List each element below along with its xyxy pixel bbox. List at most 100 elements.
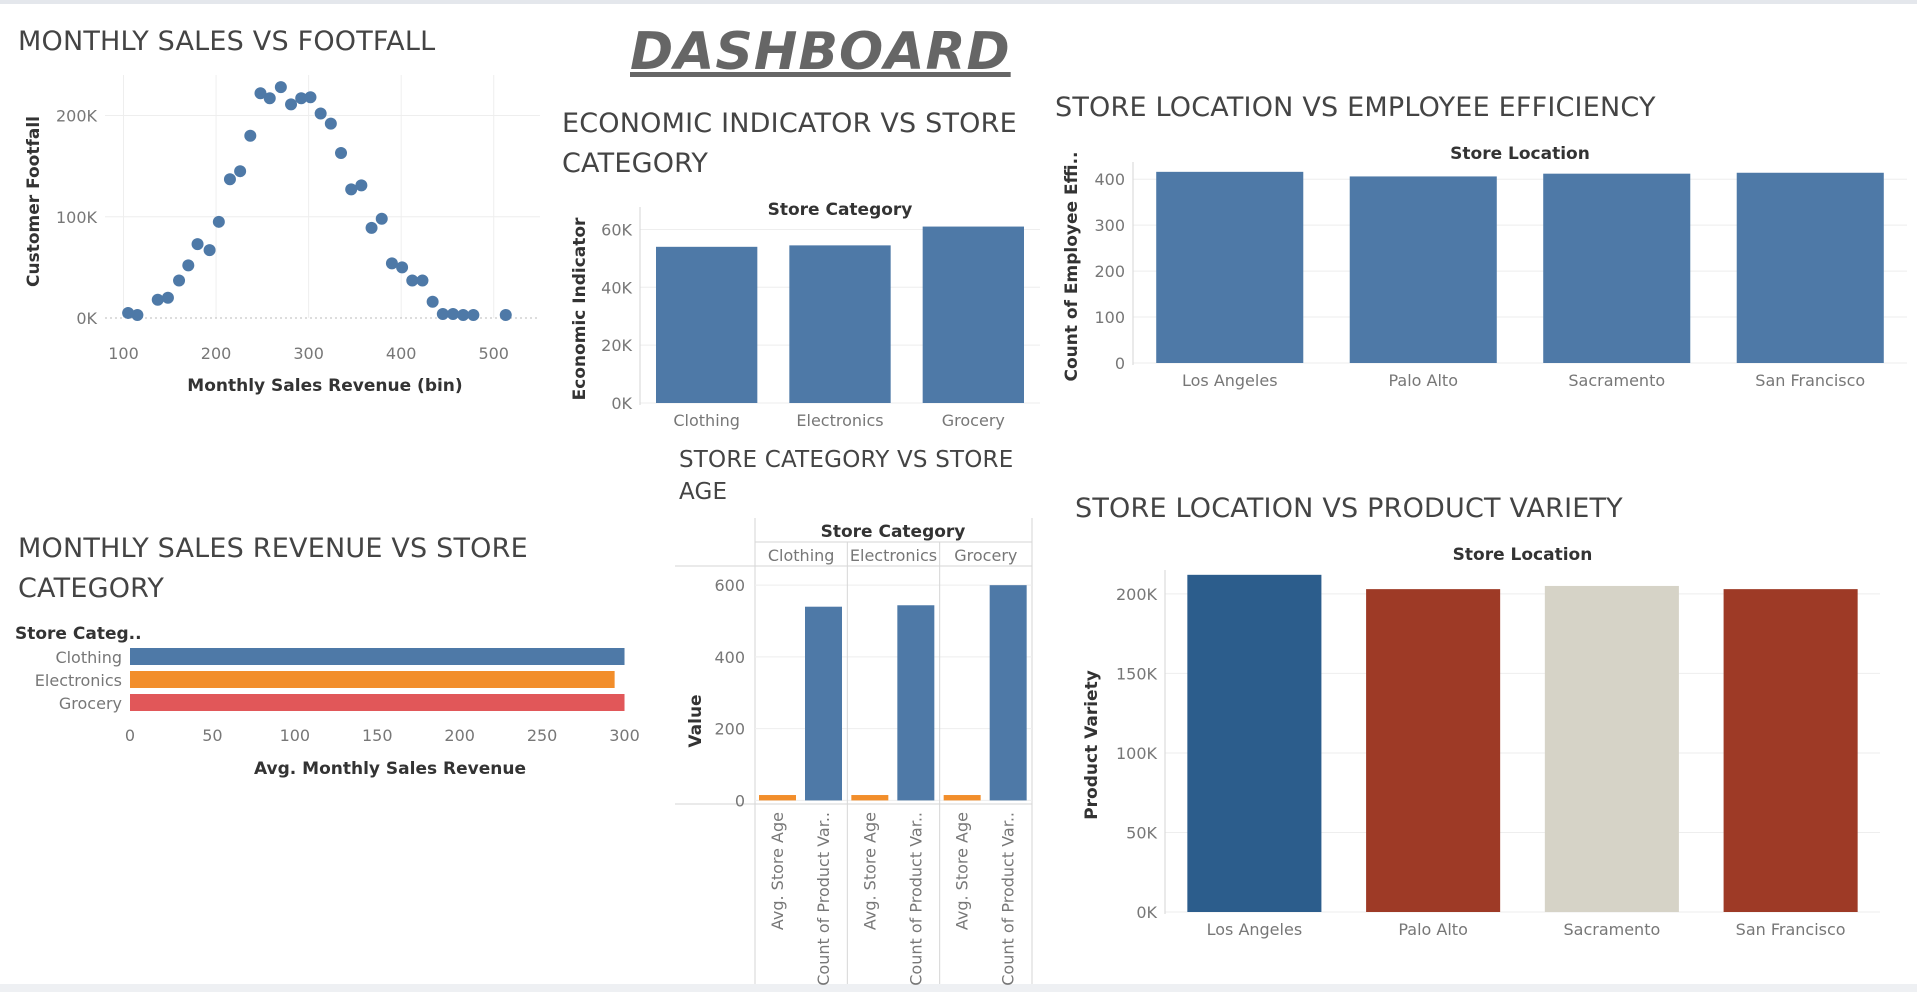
footfall-point (499, 308, 512, 321)
footfall-point (173, 274, 186, 287)
efficiency-y-tick-label: 300 (1094, 216, 1125, 235)
variety-bar (1723, 589, 1858, 912)
age-y-tick-label: 600 (714, 576, 745, 595)
efficiency-category-label: Los Angeles (1182, 371, 1278, 390)
variety-category-label: Palo Alto (1398, 920, 1468, 939)
efficiency-y-tick-label: 400 (1094, 170, 1125, 189)
footfall-point (161, 291, 174, 304)
variety-y-tick-label: 100K (1116, 744, 1158, 763)
economic-category-label: Electronics (796, 411, 883, 430)
revenue-category-label: Grocery (59, 694, 122, 713)
variety-category-label: Los Angeles (1207, 920, 1303, 939)
age-measure-label: Avg. Store Age (953, 812, 972, 930)
efficiency-bar (1156, 171, 1304, 363)
footfall-point (274, 81, 287, 94)
efficiency-category-label: Sacramento (1568, 371, 1665, 390)
footfall-x-tick-label: 200 (201, 344, 232, 363)
variety-column-header: Store Location (1453, 545, 1593, 565)
age-bar (943, 795, 981, 801)
revenue-x-tick-label: 0 (125, 726, 135, 745)
efficiency-y-axis-label: Count of Employee Effi.. (1062, 152, 1082, 382)
age-measure-label: Avg. Store Age (768, 812, 787, 930)
footfall-point (396, 261, 409, 274)
revenue-category-label: Clothing (55, 648, 122, 667)
footfall-point (447, 307, 459, 320)
variety-bar (1544, 585, 1679, 912)
footfall-point (375, 212, 388, 225)
age-measure-label: Count of Product Var.. (906, 812, 925, 986)
footfall-y-axis-label: Customer Footfall (24, 116, 44, 287)
footfall-point (304, 91, 317, 104)
age-bar (989, 585, 1027, 801)
economic-y-tick-label: 0K (611, 394, 632, 413)
age-y-axis-label: Value (686, 694, 706, 747)
efficiency-bar (1736, 172, 1884, 363)
variety-category-label: San Francisco (1736, 920, 1846, 939)
footfall-scatter-chart: 0K100K200K100 200 300 400 500Monthly Sales R… (15, 75, 1907, 986)
revenue-x-tick-label: 200 (444, 726, 475, 745)
footfall-point (244, 129, 257, 142)
footfall-x-tick-label: 400 (386, 344, 417, 363)
footfall-point (191, 238, 204, 251)
age-measure-label: Count of Product Var.. (999, 812, 1018, 986)
revenue-bar (130, 694, 625, 711)
footfall-x-tick-label: 500 (478, 344, 509, 363)
footfall-point (151, 293, 164, 306)
footfall-x-axis-label: Monthly Sales Revenue (bin) (187, 376, 462, 396)
age-group-label: Clothing (768, 546, 835, 565)
age-group-label: Grocery (954, 546, 1017, 565)
revenue-category-label: Electronics (35, 671, 122, 690)
footfall-point (467, 308, 480, 321)
economic-category-label: Grocery (942, 411, 1005, 430)
variety-y-tick-label: 0K (1136, 903, 1157, 922)
footfall-y-tick-label: 200K (56, 107, 98, 126)
variety-bar (1187, 574, 1322, 912)
revenue-bar (130, 648, 625, 665)
efficiency-y-tick-label: 100 (1094, 308, 1125, 327)
revenue-x-tick-label: 250 (527, 726, 558, 745)
footfall-point (335, 146, 348, 159)
variety-y-tick-label: 50K (1126, 823, 1157, 842)
economic-bar (789, 245, 891, 403)
revenue-row-header: Store Categ.. (15, 624, 142, 644)
economic-column-header: Store Category (768, 200, 913, 220)
footfall-y-tick-label: 0K (76, 309, 97, 328)
footfall-point (263, 92, 276, 105)
revenue-x-tick-label: 100 (280, 726, 311, 745)
variety-y-axis-label: Product Variety (1082, 670, 1102, 820)
efficiency-bar (1349, 176, 1497, 363)
economic-bar (922, 226, 1024, 403)
efficiency-category-label: San Francisco (1755, 371, 1865, 390)
footfall-point (285, 98, 298, 111)
age-measure-label: Count of Product Var.. (814, 812, 833, 986)
variety-y-tick-label: 200K (1116, 585, 1158, 604)
age-y-tick-label: 400 (714, 648, 745, 667)
footfall-point (223, 173, 236, 186)
age-y-tick-label: 200 (714, 720, 745, 739)
footfall-y-tick-label: 100K (56, 208, 98, 227)
age-y-tick-label: 0 (735, 791, 745, 810)
revenue-x-tick-label: 50 (202, 726, 222, 745)
footfall-point (416, 274, 429, 287)
economic-y-tick-label: 40K (601, 278, 632, 297)
age-column-header: Store Category (821, 522, 966, 542)
footfall-point (314, 107, 327, 120)
economic-y-tick-label: 60K (601, 220, 632, 239)
economic-y-axis-label: Economic Indicator (570, 217, 590, 400)
age-bar (851, 795, 889, 801)
efficiency-y-tick-label: 0 (1115, 354, 1125, 373)
footfall-point (234, 165, 247, 178)
efficiency-y-tick-label: 200 (1094, 262, 1125, 281)
revenue-x-tick-label: 300 (609, 726, 640, 745)
efficiency-bar (1543, 173, 1691, 363)
revenue-x-tick-label: 150 (362, 726, 393, 745)
footfall-point (212, 215, 225, 228)
variety-bar (1366, 589, 1501, 912)
age-bar (805, 606, 842, 801)
efficiency-category-label: Palo Alto (1388, 371, 1458, 390)
revenue-bar (130, 671, 615, 688)
footfall-point (182, 259, 195, 272)
age-measure-label: Avg. Store Age (860, 812, 879, 930)
revenue-x-axis-label: Avg. Monthly Sales Revenue (254, 759, 526, 779)
variety-y-tick-label: 150K (1116, 664, 1158, 683)
